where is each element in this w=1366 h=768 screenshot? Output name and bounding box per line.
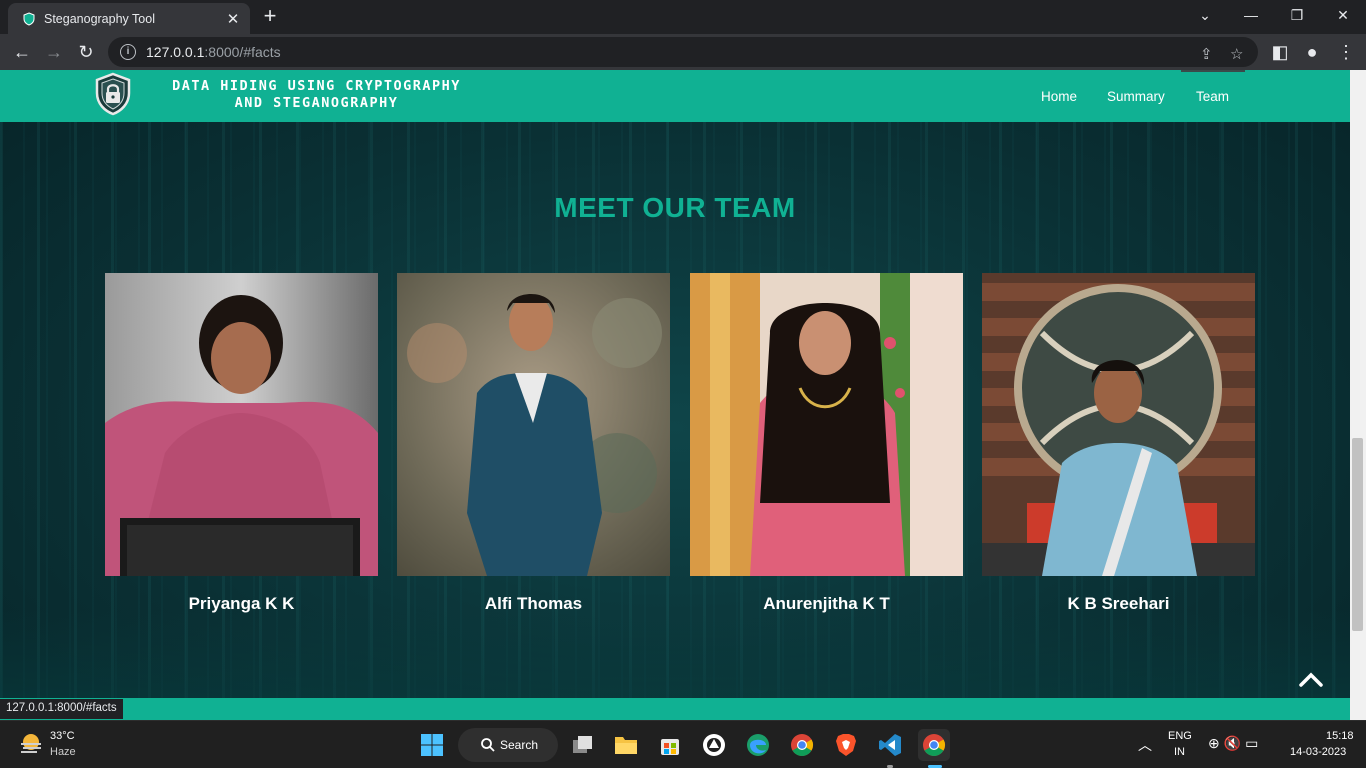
tab-close-icon[interactable]: ✕ bbox=[224, 10, 242, 28]
close-window-icon[interactable]: ✕ bbox=[1320, 0, 1366, 30]
member-photo bbox=[105, 273, 378, 576]
member-photo bbox=[397, 273, 670, 576]
region-indicator[interactable]: IN bbox=[1174, 746, 1185, 758]
chrome-icon[interactable] bbox=[786, 729, 818, 761]
member-name: Priyanga K K bbox=[188, 594, 295, 613]
vscode-icon[interactable] bbox=[874, 729, 906, 761]
member-photo bbox=[982, 273, 1255, 576]
member-photo bbox=[690, 273, 963, 576]
url-path: :8000/#facts bbox=[204, 44, 281, 60]
tab-strip: Steganography Tool ✕ + ⌄ — ❐ ✕ bbox=[0, 0, 1366, 34]
back-arrow-icon[interactable]: ← bbox=[10, 40, 34, 64]
windows-taskbar: 33°C Haze Search ︿ ENG IN ⊕🔇▭ 15:18 14-0… bbox=[0, 720, 1366, 768]
brand-line-2: and Steganography bbox=[234, 95, 399, 111]
team-heading: MEET OUR TEAM bbox=[554, 192, 796, 223]
tab-title: Steganography Tool bbox=[44, 11, 155, 26]
nav-active-indicator bbox=[1181, 70, 1245, 72]
network-volume-battery-icons[interactable]: ⊕🔇▭ bbox=[1208, 735, 1262, 752]
team-member-card: Alfi Thomas bbox=[397, 273, 670, 614]
file-explorer-icon[interactable] bbox=[610, 729, 642, 761]
scrollbar-thumb[interactable] bbox=[1352, 438, 1363, 631]
shield-favicon-icon bbox=[23, 11, 35, 26]
haze-weather-icon[interactable] bbox=[18, 730, 44, 756]
browser-tab[interactable]: Steganography Tool ✕ bbox=[8, 3, 250, 34]
site-info-icon[interactable]: i bbox=[120, 44, 136, 60]
member-name: K B Sreehari bbox=[1067, 594, 1170, 613]
weather-temperature[interactable]: 33°C bbox=[50, 730, 75, 742]
member-name: Alfi Thomas bbox=[484, 594, 583, 613]
minimize-icon[interactable]: — bbox=[1228, 0, 1274, 30]
task-view-icon[interactable] bbox=[567, 729, 599, 761]
nav-summary[interactable]: Summary bbox=[1107, 89, 1165, 104]
edge-browser-icon[interactable] bbox=[742, 729, 774, 761]
clock-date[interactable]: 14-03-2023 bbox=[1290, 746, 1346, 758]
brave-browser-icon[interactable] bbox=[830, 729, 862, 761]
microsoft-store-icon[interactable] bbox=[654, 729, 686, 761]
restore-icon[interactable]: ❐ bbox=[1274, 0, 1320, 30]
team-member-card: K B Sreehari bbox=[982, 273, 1255, 614]
footer-band bbox=[0, 698, 1350, 720]
shield-lock-logo-icon[interactable] bbox=[94, 72, 132, 116]
taskbar-search[interactable]: Search bbox=[458, 728, 558, 762]
search-label: Search bbox=[500, 738, 539, 752]
team-member-card: Priyanga K K bbox=[105, 273, 378, 614]
status-bar-url: 127.0.0.1:8000/#facts bbox=[0, 699, 123, 719]
tray-overflow-chevron-icon[interactable]: ︿ bbox=[1138, 735, 1152, 755]
tab-search-chevron-icon[interactable]: ⌄ bbox=[1182, 0, 1228, 30]
weather-description[interactable]: Haze bbox=[50, 746, 76, 758]
site-navbar: Data Hiding using Cryptography and Stega… bbox=[0, 70, 1350, 122]
back-to-top-chevron-icon[interactable] bbox=[1296, 667, 1326, 691]
windows-start-icon[interactable] bbox=[416, 729, 448, 761]
member-name: Anurenjitha K T bbox=[763, 594, 890, 613]
brand-line-1: Data Hiding using Cryptography bbox=[172, 78, 461, 94]
nav-home[interactable]: Home bbox=[1041, 89, 1077, 104]
side-panel-icon[interactable]: ◧ bbox=[1268, 40, 1292, 64]
share-icon[interactable]: ⇪ bbox=[1200, 45, 1213, 63]
page-viewport: Data Hiding using Cryptography and Stega… bbox=[0, 70, 1350, 720]
forward-arrow-icon[interactable]: → bbox=[42, 40, 66, 64]
reload-icon[interactable]: ↻ bbox=[74, 40, 98, 64]
bookmark-star-icon[interactable]: ☆ bbox=[1230, 45, 1243, 63]
team-member-card: Anurenjitha K T bbox=[690, 273, 963, 614]
search-icon bbox=[481, 738, 495, 752]
language-indicator[interactable]: ENG bbox=[1168, 730, 1192, 742]
browser-toolbar: ← → ↻ i 127.0.0.1 :8000/#facts ⇪ ☆ ◧ ● ⋮ bbox=[0, 34, 1366, 70]
url-host: 127.0.0.1 bbox=[146, 44, 205, 60]
chrome-active-icon[interactable] bbox=[918, 729, 950, 761]
browser-menu-icon[interactable]: ⋮ bbox=[1334, 40, 1358, 64]
new-tab-button[interactable]: + bbox=[258, 5, 282, 29]
clock-time[interactable]: 15:18 bbox=[1326, 730, 1354, 742]
address-bar[interactable]: i 127.0.0.1 :8000/#facts ⇪ ☆ bbox=[108, 37, 1258, 67]
site-brand[interactable]: Data Hiding using Cryptography and Stega… bbox=[144, 78, 489, 112]
browser-window: Steganography Tool ✕ + ⌄ — ❐ ✕ ← → ↻ i 1… bbox=[0, 0, 1366, 720]
app-circle-icon[interactable] bbox=[698, 729, 730, 761]
nav-team[interactable]: Team bbox=[1196, 89, 1229, 104]
profile-avatar-icon[interactable]: ● bbox=[1300, 40, 1324, 64]
